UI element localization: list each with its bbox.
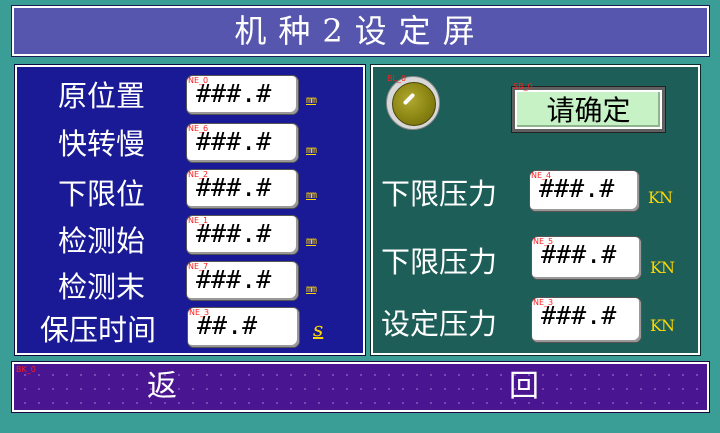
- label-lower-pressure-2: 下限压力: [381, 245, 498, 279]
- label-set-pressure: 设定压力: [381, 307, 498, 341]
- detect-end-unit: mm: [306, 284, 317, 295]
- return-tag: BK_0: [16, 365, 36, 374]
- fast-to-slow-tag: NE_6: [188, 124, 209, 133]
- status-lamp: [386, 76, 440, 130]
- confirm-tag: SB_0: [513, 82, 533, 91]
- return-button[interactable]: [11, 361, 710, 413]
- origin-position-unit: mm: [306, 95, 317, 106]
- page-title: 机种2设定屏: [234, 12, 487, 50]
- hold-time-tag: NE_3: [189, 308, 210, 317]
- lamp-icon: [392, 82, 436, 126]
- fast-to-slow-unit: mm: [306, 145, 317, 156]
- lower-pressure-2-tag: NE_5: [533, 237, 554, 246]
- return-label-right: 回: [509, 369, 539, 404]
- label-fast-to-slow: 快转慢: [58, 127, 146, 161]
- lower-pressure-2-unit: KN: [650, 258, 675, 277]
- label-detect-end: 检测末: [58, 270, 146, 304]
- detect-start-unit: mm: [306, 236, 317, 247]
- label-lower-limit-position: 下限位: [58, 177, 146, 211]
- label-lower-pressure-1: 下限压力: [381, 177, 498, 211]
- return-label-left: 返: [147, 369, 177, 404]
- lower-pressure-1-tag: NE_4: [531, 171, 552, 180]
- origin-position-tag: NE_0: [188, 76, 209, 85]
- set-pressure-unit: KN: [650, 316, 675, 335]
- lower-limit-position-tag: NE_2: [188, 170, 209, 179]
- lower-pressure-1-unit: KN: [648, 188, 673, 207]
- confirm-button[interactable]: 请确定: [511, 86, 666, 133]
- label-detect-start: 检测始: [58, 224, 146, 258]
- lamp-tag: BL_0: [387, 74, 407, 83]
- detect-end-tag: NE_7: [188, 262, 209, 271]
- confirm-button-label: 请确定: [515, 90, 662, 129]
- label-origin-position: 原位置: [58, 79, 146, 113]
- title-bar: 机种2设定屏: [11, 5, 710, 57]
- hold-time-unit: s: [313, 317, 324, 341]
- lower-limit-position-unit: mm: [306, 190, 317, 201]
- detect-start-tag: NE_1: [188, 216, 209, 225]
- set-pressure-tag: NE_3: [533, 298, 554, 307]
- label-hold-time: 保压时间: [40, 313, 157, 347]
